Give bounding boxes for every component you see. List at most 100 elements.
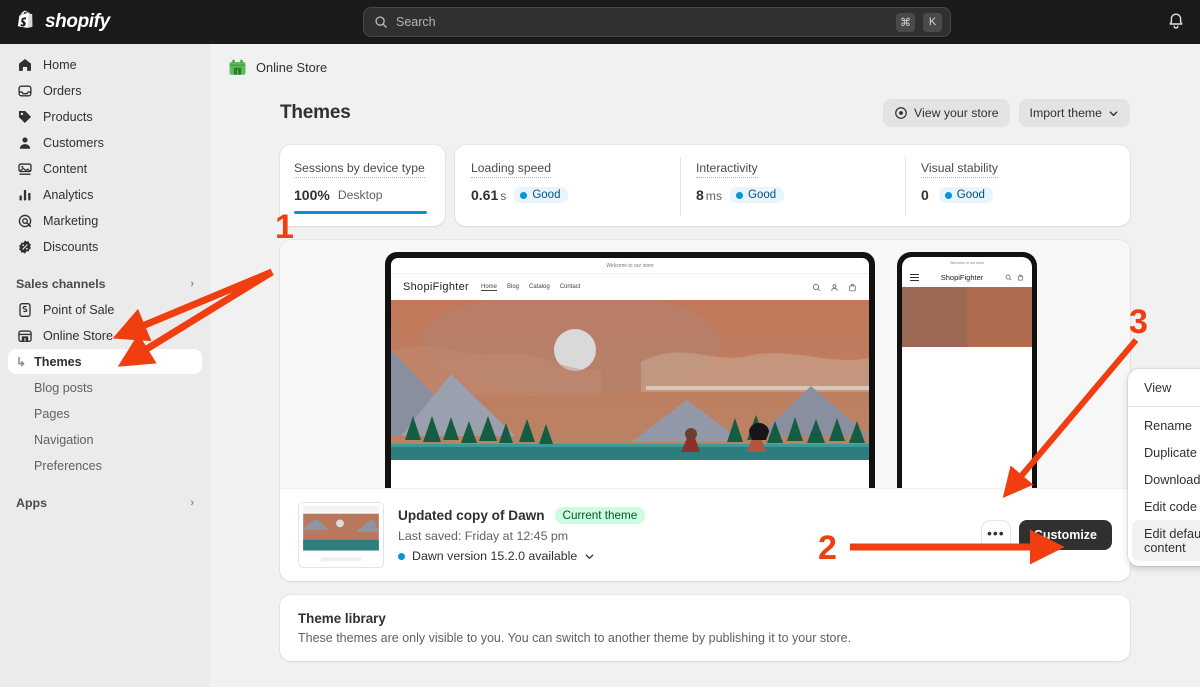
analytics-bars-icon — [16, 186, 33, 203]
sessions-value: 100% — [294, 187, 330, 203]
theme-last-saved: Last saved: Friday at 12:45 pm — [398, 529, 569, 543]
metric-visual-stability: Visual stability 0 Good — [905, 157, 1130, 216]
breadcrumb[interactable]: Online Store — [210, 44, 1200, 90]
theme-version-notice[interactable]: Dawn version 15.2.0 available — [398, 549, 968, 563]
bell-icon[interactable] — [1166, 12, 1186, 32]
view-your-store-label: View your store — [914, 106, 999, 120]
status-label: Good — [956, 189, 985, 201]
sidebar-item-preferences[interactable]: Preferences — [8, 453, 202, 478]
sidebar-item-label: Navigation — [34, 432, 94, 447]
sidebar-item-label: Point of Sale — [43, 302, 115, 317]
sidebar-item-label: Customers — [43, 135, 104, 150]
preview-nav-link: Contact — [559, 283, 581, 290]
dropdown-separator — [1128, 406, 1200, 407]
metric-value: 8 ms — [696, 187, 723, 203]
chevron-down-icon — [585, 553, 594, 559]
sidebar-item-blog-posts[interactable]: Blog posts — [8, 375, 202, 400]
sidebar-item-pages[interactable]: Pages — [8, 401, 202, 426]
dropdown-item-edit-default-theme-content[interactable]: Edit default theme content — [1132, 520, 1200, 561]
theme-actions-dropdown: View Rename Duplicate Download theme fil… — [1128, 369, 1200, 566]
sessions-device: Desktop — [337, 188, 383, 202]
sidebar-item-point-of-sale[interactable]: Point of Sale — [8, 297, 202, 322]
search-icon — [375, 16, 387, 28]
sidebar-item-label: Pages — [34, 406, 70, 421]
dropdown-item-rename[interactable]: Rename — [1132, 412, 1200, 439]
theme-library-card: Theme library These themes are only visi… — [280, 595, 1130, 661]
sidebar-group-sales-channels[interactable]: Sales channels › — [8, 271, 202, 297]
desktop-preview-frame[interactable]: Welcome to our store ShopiFighter Home B… — [385, 252, 875, 488]
preview-header: ShopiFighter Home Blog Catalog Contact — [391, 274, 869, 300]
sidebar-item-content[interactable]: Content — [8, 156, 202, 181]
app-body: Home Orders Products Customers Content A… — [0, 44, 1200, 687]
orders-inbox-icon — [16, 82, 33, 99]
sidebar-item-label: Products — [43, 109, 93, 124]
sidebar-item-label: Content — [43, 161, 88, 176]
preview-brand: ShopiFighter — [403, 281, 469, 293]
search-input[interactable]: Search ⌘ K — [363, 7, 951, 37]
hamburger-icon — [910, 274, 919, 281]
mobile-preview-frame[interactable]: Welcome to our store ShopiFighter — [897, 252, 1037, 488]
theme-name: Updated copy of Dawn — [398, 508, 545, 523]
sessions-bar-track — [294, 211, 427, 214]
sidebar-item-label: Orders — [43, 83, 82, 98]
sidebar-item-label: Online Store — [43, 328, 114, 343]
sidebar-item-discounts[interactable]: Discounts — [8, 234, 202, 259]
customize-button[interactable]: Customize — [1018, 520, 1112, 550]
preview-nav-link: Home — [480, 283, 497, 291]
kbd-key: K — [923, 12, 942, 32]
page-header-actions: View your store Import theme — [883, 99, 1130, 127]
shopify-logo[interactable]: shopify — [0, 10, 210, 34]
metric-value: 0 — [921, 187, 929, 203]
online-store-icon — [16, 327, 33, 344]
sidebar-item-label: Blog posts — [34, 380, 93, 395]
preview-header-icons — [812, 283, 857, 292]
sidebar-item-online-store[interactable]: Online Store — [8, 323, 202, 348]
preview-brand: ShopiFighter — [940, 273, 984, 282]
view-your-store-button[interactable]: View your store — [883, 99, 1010, 127]
web-vitals-card: Loading speed 0.61 s Good Interactivity … — [455, 145, 1130, 226]
more-actions-ellipsis-button[interactable]: ••• — [981, 521, 1010, 549]
sidebar-item-label: Themes — [34, 354, 82, 369]
breadcrumb-label: Online Store — [256, 59, 328, 75]
dropdown-item-download-theme-file[interactable]: Download theme file — [1132, 466, 1200, 493]
shopify-admin-window: shopify Search ⌘ K Home Orders Products … — [0, 0, 1200, 687]
home-icon — [16, 56, 33, 73]
theme-version-label: Dawn version 15.2.0 available — [412, 549, 578, 563]
status-dot-icon — [520, 191, 528, 199]
sidebar-item-label: Analytics — [43, 187, 94, 202]
sidebar-item-label: Preferences — [34, 458, 102, 473]
theme-actions: ••• Customize — [981, 520, 1112, 550]
search-placeholder: Search — [396, 15, 436, 29]
page-header: Themes View your store Import theme — [280, 90, 1130, 145]
dropdown-item-edit-code[interactable]: Edit code — [1132, 493, 1200, 520]
sessions-bar-fill — [294, 211, 427, 214]
dropdown-item-view[interactable]: View — [1132, 374, 1200, 401]
dropdown-item-duplicate[interactable]: Duplicate — [1132, 439, 1200, 466]
theme-info-row: Updated copy of Dawn Current theme Last … — [280, 488, 1130, 581]
account-icon — [831, 283, 838, 291]
content-image-icon — [16, 160, 33, 177]
sidebar-item-orders[interactable]: Orders — [8, 78, 202, 103]
preview-nav-links: Home Blog Catalog Contact — [480, 283, 581, 291]
sidebar-item-customers[interactable]: Customers — [8, 130, 202, 155]
preview-nav-link: Catalog — [529, 283, 550, 290]
sidebar-item-analytics[interactable]: Analytics — [8, 182, 202, 207]
current-theme-card: Welcome to our store ShopiFighter Home B… — [280, 240, 1130, 581]
sidebar-item-products[interactable]: Products — [8, 104, 202, 129]
import-theme-button[interactable]: Import theme — [1018, 99, 1130, 127]
top-bar: shopify Search ⌘ K — [0, 0, 1200, 44]
sidebar-item-themes[interactable]: ↳ Themes — [8, 349, 202, 374]
kbd-modifier: ⌘ — [896, 12, 915, 32]
sidebar-item-home[interactable]: Home — [8, 52, 202, 77]
cart-icon — [1017, 274, 1024, 281]
sidebar-group-apps[interactable]: Apps › — [8, 490, 202, 516]
sidebar-item-marketing[interactable]: Marketing — [8, 208, 202, 233]
status-badge: Good — [938, 187, 993, 203]
sidebar-nav: Home Orders Products Customers Content A… — [0, 44, 210, 687]
chevron-right-icon: › — [190, 497, 194, 509]
metric-label: Loading speed — [471, 161, 551, 178]
sidebar-item-navigation[interactable]: Navigation — [8, 427, 202, 452]
sidebar-item-label: Home — [43, 57, 77, 72]
store-building-icon — [229, 59, 246, 75]
sidebar-group-label: Sales channels — [16, 277, 106, 291]
